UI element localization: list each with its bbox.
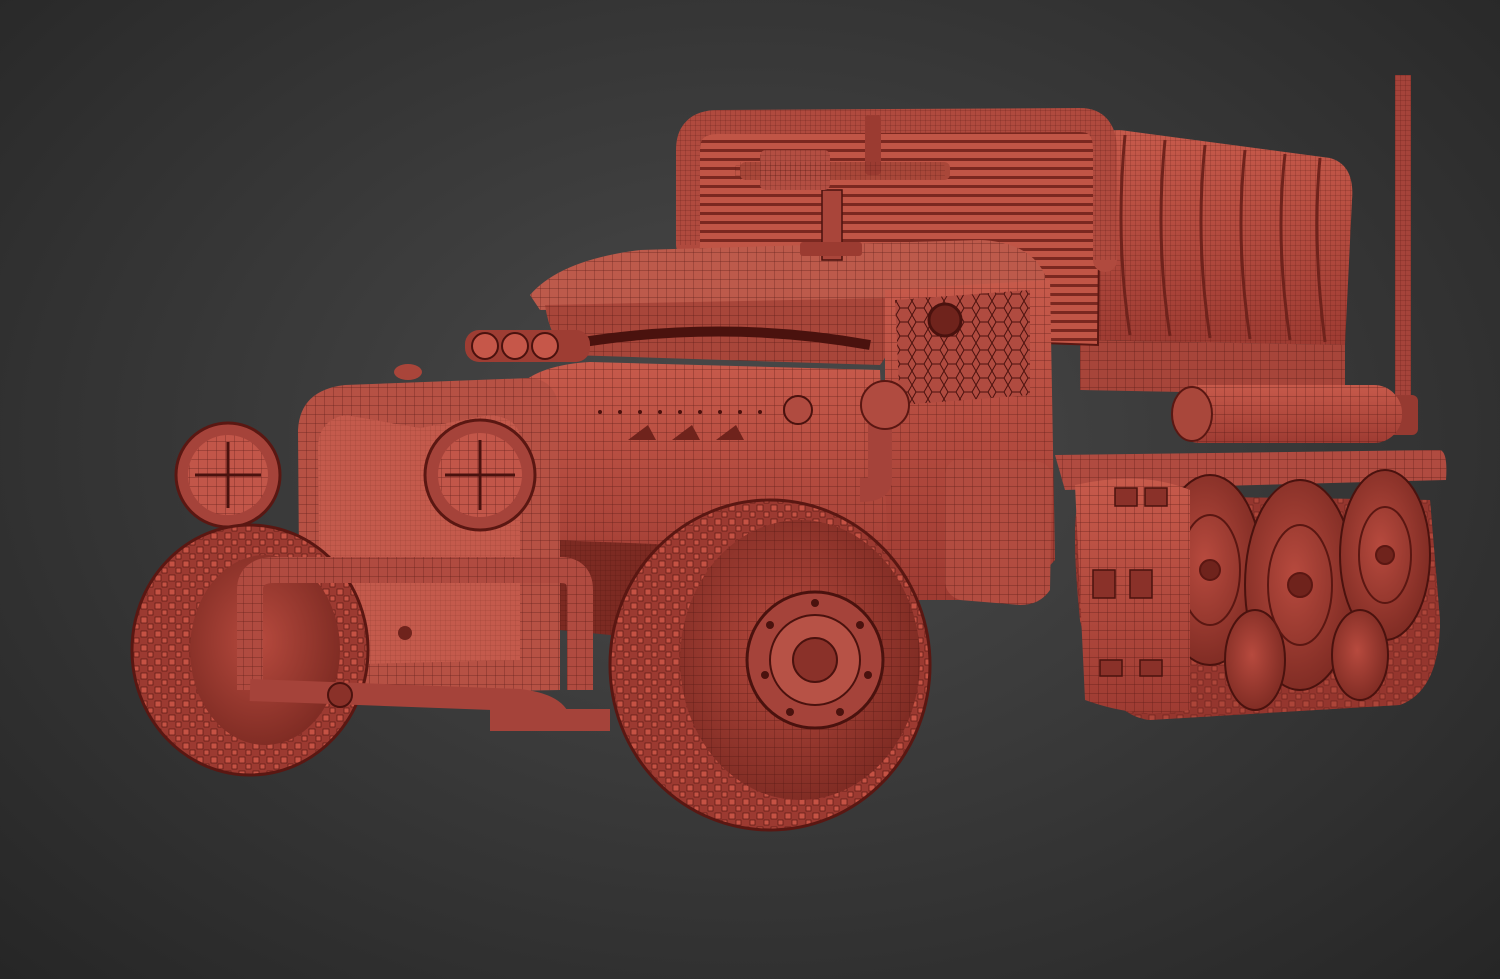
- top-light-bar: [465, 330, 590, 362]
- side-tank: [1171, 385, 1402, 443]
- front-right-wheel: [608, 498, 932, 832]
- antenna: [1388, 75, 1418, 435]
- truck-render: [130, 75, 1447, 832]
- 3d-viewport[interactable]: [0, 0, 1500, 979]
- cargo-tarp: [1080, 130, 1353, 395]
- rear-track-assembly: [1055, 450, 1447, 720]
